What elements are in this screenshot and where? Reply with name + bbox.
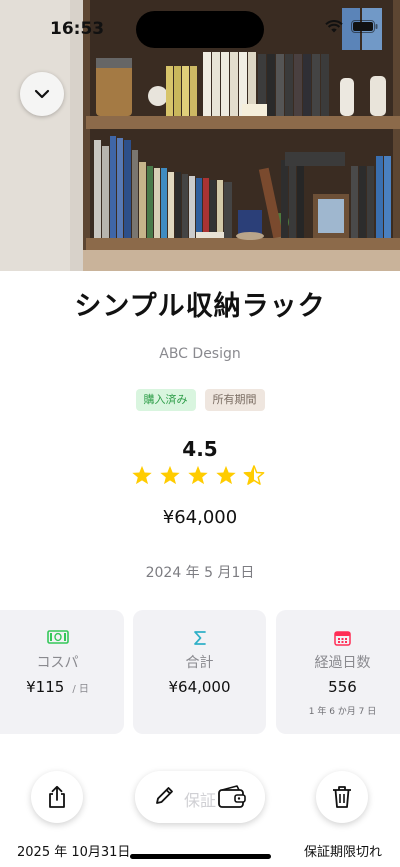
star-full-icon xyxy=(160,465,180,485)
tag-list: 購入済み 所有期間 xyxy=(0,389,400,411)
stat-label: 合計 xyxy=(185,655,214,671)
share-icon xyxy=(49,785,65,808)
wallet-button[interactable] xyxy=(217,784,247,810)
chevron-down-icon xyxy=(34,89,50,99)
stat-label: コスパ xyxy=(36,655,79,671)
stat-value: ¥115 / 日 xyxy=(0,678,124,696)
stat-unit: / 日 xyxy=(72,684,89,695)
sigma-icon xyxy=(193,631,206,645)
item-title: シンプル収納ラック xyxy=(74,291,326,322)
calendar-icon xyxy=(334,631,351,646)
status-time: 16:53 xyxy=(50,19,105,39)
tag-ownership-period[interactable]: 所有期間 xyxy=(204,389,265,411)
stat-sub: 1 年 6 か月 7 日 xyxy=(308,707,377,717)
star-rating[interactable] xyxy=(131,465,265,486)
warranty-end-date: 2025 年 10月31日 xyxy=(17,845,131,860)
star-full-icon xyxy=(188,465,208,485)
status-bar: 16:53 xyxy=(0,0,400,54)
warranty-status: 保証期限切れ xyxy=(303,845,382,860)
money-icon xyxy=(46,630,69,644)
home-indicator xyxy=(130,854,271,859)
star-full-icon xyxy=(132,465,152,485)
action-pill: 保証 xyxy=(135,771,265,823)
trash-icon xyxy=(333,786,351,808)
stat-value: 556 xyxy=(328,678,357,696)
collapse-button[interactable] xyxy=(20,72,64,116)
rating-value: 4.5 xyxy=(182,437,218,461)
share-button[interactable] xyxy=(31,771,83,823)
battery-icon xyxy=(351,20,378,33)
cost-per-day-value: ¥115 xyxy=(26,678,65,696)
star-half-icon xyxy=(243,465,265,485)
status-icons xyxy=(325,20,378,33)
tag-purchased[interactable]: 購入済み xyxy=(135,389,196,411)
item-brand: ABC Design xyxy=(159,346,241,362)
item-price: ¥64,000 xyxy=(162,507,238,528)
hero-photo: 16:53 xyxy=(0,0,400,271)
stat-card-total[interactable]: 合計 ¥64,000 xyxy=(133,610,266,734)
wifi-icon xyxy=(325,20,343,33)
warranty-label-ghost: 保証 xyxy=(184,791,217,810)
stat-card-elapsed-days[interactable]: 経過日数 556 1 年 6 か月 7 日 xyxy=(276,610,400,734)
purchase-date: 2024 年 5 月1日 xyxy=(145,565,255,581)
stat-card-cost-performance[interactable]: コスパ ¥115 / 日 xyxy=(0,610,124,734)
star-full-icon xyxy=(216,465,236,485)
delete-button[interactable] xyxy=(316,771,368,823)
stat-label: 経過日数 xyxy=(314,655,371,671)
dynamic-island xyxy=(136,11,264,48)
edit-button[interactable] xyxy=(153,785,175,807)
stat-value: ¥64,000 xyxy=(168,678,231,696)
